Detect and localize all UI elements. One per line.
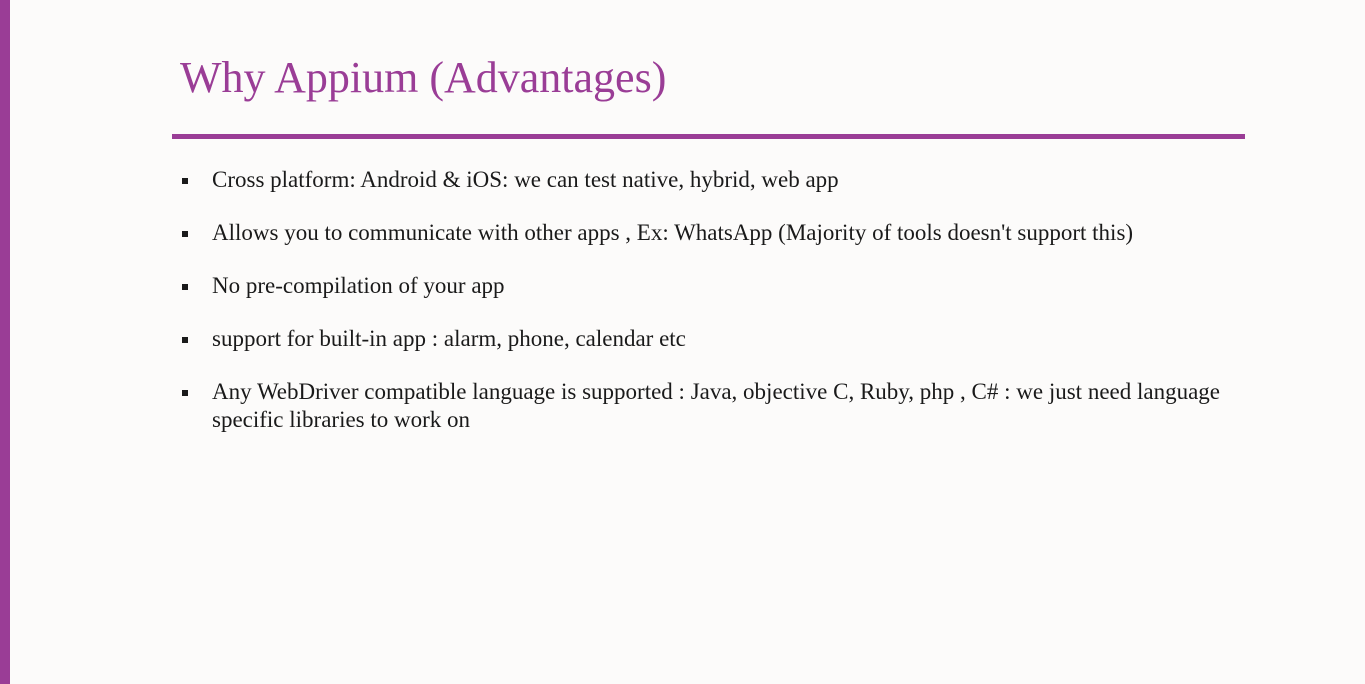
bullet-text: Allows you to communicate with other app… [212,220,1134,245]
square-bullet-icon [182,284,188,290]
square-bullet-icon [182,178,188,184]
bullet-text: No pre-compilation of your app [212,273,505,298]
bullet-text: Any WebDriver compatible language is sup… [212,379,1221,432]
bullet-list: Cross platform: Android & iOS: we can te… [180,166,1240,459]
bullet-item: No pre-compilation of your app [180,272,1240,300]
square-bullet-icon [182,390,188,396]
bullet-text: Cross platform: Android & iOS: we can te… [212,167,839,192]
slide-title: Why Appium (Advantages) [180,53,667,102]
bullet-item: Allows you to communicate with other app… [180,219,1240,247]
square-bullet-icon [182,231,188,237]
bullet-item: support for built-in app : alarm, phone,… [180,325,1240,353]
left-accent-bar [0,0,10,684]
square-bullet-icon [182,337,188,343]
bullet-item: Any WebDriver compatible language is sup… [180,378,1240,434]
bullet-item: Cross platform: Android & iOS: we can te… [180,166,1240,194]
bullet-text: support for built-in app : alarm, phone,… [212,326,686,351]
title-divider [172,134,1245,139]
